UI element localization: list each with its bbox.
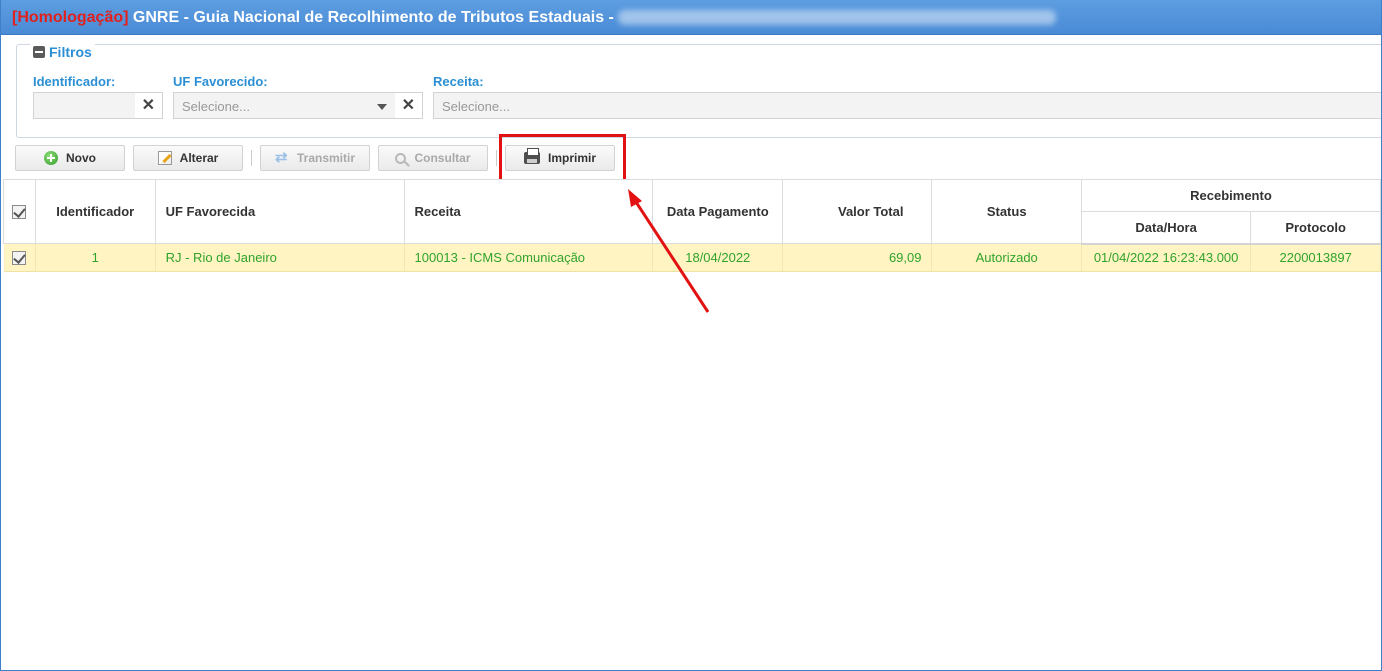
environment-label: [Homologação]	[12, 9, 129, 26]
col-valor-total[interactable]: Valor Total	[782, 179, 933, 244]
edit-icon	[157, 151, 172, 165]
col-uf-favorecida[interactable]: UF Favorecida	[154, 179, 405, 244]
alterar-label: Alterar	[179, 151, 219, 165]
transmitir-button[interactable]: ⇄ Transmitir	[260, 145, 370, 171]
filters-panel	[16, 44, 1381, 138]
consultar-button[interactable]: Consultar	[378, 145, 488, 171]
col-data-hora[interactable]: Data/Hora	[1080, 211, 1252, 245]
cell-data-pagamento: 18/04/2022	[652, 243, 784, 272]
uf-placeholder: Selecione...	[182, 99, 250, 114]
table-row[interactable]: 1 RJ - Rio de Janeiro 100013 - ICMS Comu…	[3, 243, 1381, 272]
title-text: GNRE - Guia Nacional de Recolhimento de …	[132, 9, 614, 26]
toolbar-separator	[496, 150, 497, 166]
app-window: [Homologação] GNRE - Guia Nacional de Re…	[0, 0, 1382, 671]
sync-icon: ⇄	[274, 149, 288, 166]
title-bar: [Homologação] GNRE - Guia Nacional de Re…	[1, 0, 1381, 35]
consultar-label: Consultar	[414, 151, 471, 165]
col-receita[interactable]: Receita	[403, 179, 654, 244]
identificador-label: Identificador:	[33, 74, 116, 89]
novo-button[interactable]: Novo	[15, 145, 125, 171]
col-protocolo[interactable]: Protocolo	[1250, 211, 1381, 245]
uf-favorecido-select[interactable]: Selecione... ✕	[173, 92, 423, 119]
row-select[interactable]	[3, 243, 36, 272]
cell-uf: RJ - Rio de Janeiro	[155, 243, 405, 272]
clear-icon[interactable]: ✕	[142, 97, 155, 115]
cell-data-hora: 01/04/2022 16:23:43.000	[1081, 243, 1252, 272]
search-icon	[395, 152, 407, 164]
collapse-icon[interactable]	[33, 46, 45, 58]
cell-valor-total: 69,09	[782, 243, 933, 272]
cell-receita: 100013 - ICMS Comunicação	[404, 243, 654, 272]
redacted-company-name	[618, 10, 1056, 25]
alterar-button[interactable]: Alterar	[133, 145, 243, 171]
identificador-field[interactable]: ✕	[33, 92, 163, 119]
gnre-table: Identificador UF Favorecida Receita Data…	[3, 179, 1381, 272]
col-identificador[interactable]: Identificador	[34, 179, 156, 244]
col-data-pagamento[interactable]: Data Pagamento	[652, 179, 784, 244]
receita-select[interactable]: Selecione...	[433, 92, 1381, 119]
col-group-recebimento: Recebimento	[1080, 179, 1381, 212]
chevron-down-icon[interactable]	[377, 104, 387, 110]
toolbar-separator	[251, 150, 252, 166]
select-all-checkbox[interactable]	[12, 205, 27, 220]
annotation-highlight-box	[499, 134, 626, 184]
filters-legend[interactable]: Filtros	[30, 44, 95, 60]
cell-protocolo: 2200013897	[1250, 243, 1381, 272]
cell-identificador: 1	[35, 243, 156, 272]
cell-status: Autorizado	[931, 243, 1082, 272]
transmitir-label: Transmitir	[296, 151, 356, 165]
clear-icon[interactable]: ✕	[402, 97, 415, 115]
window-title: [Homologação] GNRE - Guia Nacional de Re…	[12, 9, 614, 27]
add-icon	[44, 151, 58, 165]
filters-legend-label: Filtros	[49, 44, 92, 60]
select-all-header[interactable]	[3, 179, 36, 244]
row-checkbox[interactable]	[12, 251, 27, 266]
novo-label: Novo	[66, 151, 96, 165]
uf-favorecido-label: UF Favorecido:	[173, 74, 268, 89]
col-status[interactable]: Status	[931, 179, 1082, 244]
receita-placeholder: Selecione...	[442, 99, 510, 114]
receita-label: Receita:	[433, 74, 484, 89]
